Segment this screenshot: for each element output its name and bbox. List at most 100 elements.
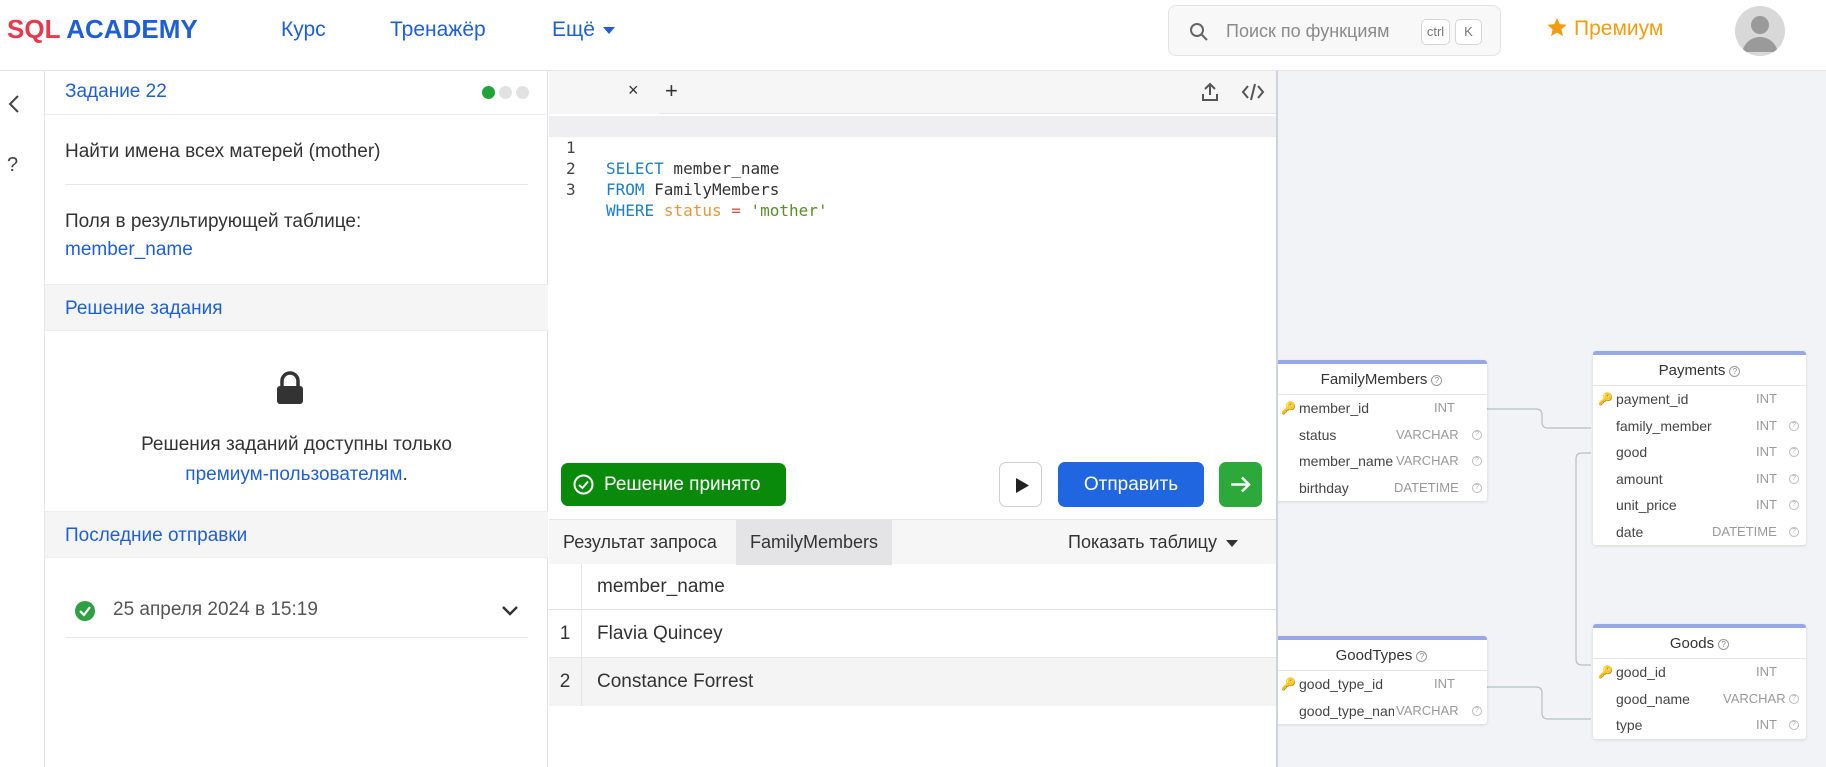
column-type: DATETIME <box>1394 479 1459 495</box>
column-type: INT <box>1434 676 1455 691</box>
locked-end: . <box>402 464 408 485</box>
nav-course[interactable]: Курс <box>281 18 326 42</box>
logo[interactable]: SQL ACADEMY <box>7 14 198 45</box>
locked-message: Решения заданий доступны только премиум-… <box>45 430 548 490</box>
table-header-row: member_name <box>549 564 1276 610</box>
info-icon: ? <box>1789 500 1799 510</box>
table-title: GoodTypes? <box>1278 640 1487 671</box>
info-icon: ? <box>1472 705 1482 716</box>
column-type: VARCHAR <box>1723 690 1786 706</box>
user-icon <box>1742 16 1778 52</box>
column-name: type <box>1616 717 1643 733</box>
column-type: INT <box>1434 400 1455 415</box>
check-circle-icon <box>573 474 594 495</box>
table-column: 🔑 good_type_id INT <box>1278 671 1487 698</box>
column-name: amount <box>1616 470 1663 487</box>
nav-more[interactable]: Ещё <box>552 18 615 42</box>
operator: = <box>721 201 751 220</box>
column-name: payment_id <box>1616 391 1689 407</box>
search-box[interactable]: Поиск по функциям ctrl K <box>1168 5 1501 56</box>
help-icon[interactable]: ? <box>7 154 18 177</box>
code-icon[interactable] <box>1241 82 1265 102</box>
premium-link[interactable]: Премиум <box>1546 16 1663 41</box>
chevron-left-icon[interactable] <box>7 93 21 115</box>
table-goodtypes[interactable]: GoodTypes? 🔑 good_type_id INT good_type_na… <box>1278 636 1487 725</box>
close-tab-icon[interactable]: × <box>628 80 639 101</box>
table-column: amount INT? <box>1593 466 1806 493</box>
column-name: good_type_id <box>1299 676 1384 692</box>
premium-users-link[interactable]: премиум-пользователям <box>185 464 402 485</box>
table-column: good_name VARCHAR? <box>1593 686 1806 713</box>
schema-diagram[interactable]: FamilyMembers? 🔑 member_id INT status VARCH… <box>1276 71 1826 767</box>
table-column: good INT? <box>1593 439 1806 466</box>
keyword: WHERE <box>606 201 655 220</box>
column-type: INT <box>1756 717 1777 732</box>
column-type: VARCHAR <box>1396 426 1459 442</box>
sql-editor-panel: × + 1 SELECT member_name 2 FROM FamilyMe… <box>549 71 1276 767</box>
column-name: status <box>1299 426 1337 443</box>
next-task-button[interactable] <box>1219 462 1262 507</box>
progress-dot <box>482 86 495 99</box>
show-table-dropdown[interactable]: Показать таблицу <box>1068 532 1238 553</box>
row-number: 2 <box>549 658 582 706</box>
premium-label: Премиум <box>1574 17 1664 40</box>
nav-trainer[interactable]: Тренажёр <box>390 18 486 42</box>
column-name: date <box>1616 523 1644 540</box>
code-line: 2 FROM FamilyMembers <box>549 137 1276 199</box>
locked-line: Решения заданий доступны только <box>141 434 452 455</box>
column-header: member_name <box>597 576 725 597</box>
code-area[interactable]: 1 SELECT member_name 2 FROM FamilyMember… <box>549 114 1276 220</box>
key-icon: 🔑 <box>1598 392 1613 406</box>
send-button[interactable]: Отправить <box>1058 462 1204 507</box>
column-type: INT <box>1756 470 1777 486</box>
info-icon: ? <box>1789 526 1799 537</box>
info-icon: ? <box>1789 693 1799 704</box>
run-button[interactable] <box>999 462 1042 507</box>
kbd-ctrl: ctrl <box>1421 19 1450 45</box>
table-goods[interactable]: Goods? 🔑 good_id INT good_name VARCHAR? typ… <box>1593 624 1806 739</box>
code-line: 1 SELECT member_name <box>549 116 1276 178</box>
task-title: Задание 22 <box>65 81 167 102</box>
info-icon: ? <box>1789 420 1799 431</box>
table-column: good_type_nameVARCHAR? <box>1278 698 1487 725</box>
column-type: DATETIME <box>1712 523 1777 539</box>
avatar[interactable] <box>1735 6 1785 56</box>
column-name: member_name <box>1299 453 1394 469</box>
left-rail: ? <box>0 71 45 767</box>
column-name: member_id <box>1299 400 1370 416</box>
submission-item[interactable]: 25 апреля 2024 в 15:19 <box>65 582 528 638</box>
key-icon: 🔑 <box>1281 677 1296 691</box>
arrow-right-icon <box>1231 476 1251 493</box>
table-familymembers[interactable]: FamilyMembers? 🔑 member_id INT status VARCH… <box>1278 360 1487 501</box>
column-type: INT <box>1756 444 1777 459</box>
line-number: 3 <box>566 180 576 199</box>
tab-familymembers[interactable]: FamilyMembers <box>736 520 893 565</box>
add-tab-button[interactable]: + <box>665 78 678 104</box>
field-name: status <box>663 201 722 220</box>
table-name: Goods <box>1669 635 1715 652</box>
code-line: 3 WHERE status = 'mother' <box>549 158 1276 220</box>
info-icon: ? <box>1416 651 1428 662</box>
table-column: status VARCHAR? <box>1278 422 1487 449</box>
search-input[interactable]: Поиск по функциям <box>1226 21 1390 42</box>
table-column: date DATETIME? <box>1593 519 1806 546</box>
row-number: 1 <box>549 610 582 658</box>
logo-academy: ACADEMY <box>66 14 198 44</box>
caret-down-icon <box>602 26 615 34</box>
upload-icon[interactable] <box>1201 82 1219 102</box>
task-header: Задание 22 <box>45 71 548 115</box>
table-column: member_name VARCHAR? <box>1278 448 1487 475</box>
chevron-down-icon[interactable] <box>501 605 519 617</box>
progress-dot <box>516 86 529 99</box>
editor-tabbar: × + <box>549 71 1276 114</box>
info-icon: ? <box>1718 639 1730 650</box>
tab-query-result[interactable]: Результат запроса <box>549 520 731 565</box>
table-payments[interactable]: Payments? 🔑 payment_id INT family_member IN… <box>1593 351 1806 545</box>
column-name: good_type_name <box>1299 702 1394 719</box>
progress-dot <box>499 86 512 99</box>
editor-tab[interactable]: × <box>549 71 659 114</box>
column-name: good_name <box>1616 690 1690 707</box>
key-icon: 🔑 <box>1598 665 1613 679</box>
solution-section-header[interactable]: Решение задания <box>45 284 548 331</box>
solution-accepted-badge: Решение принято <box>561 463 786 506</box>
